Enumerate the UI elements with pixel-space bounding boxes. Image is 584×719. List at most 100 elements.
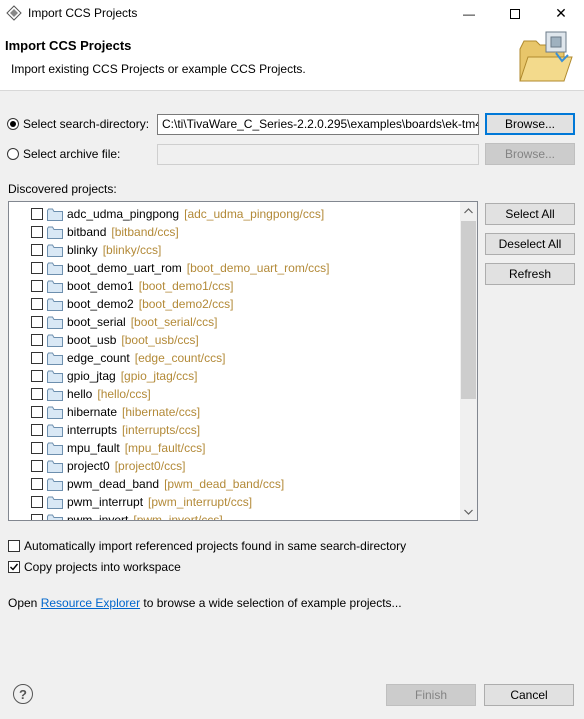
project-checkbox[interactable] xyxy=(31,370,43,382)
project-folder-icon xyxy=(47,244,63,257)
minimize-icon: — xyxy=(463,6,475,21)
list-item[interactable]: adc_udma_pingpong [adc_udma_pingpong/ccs] xyxy=(31,205,324,223)
help-button[interactable]: ? xyxy=(13,684,33,704)
list-item[interactable]: boot_demo2 [boot_demo2/ccs] xyxy=(31,295,233,313)
discovered-projects-list[interactable]: adc_udma_pingpong [adc_udma_pingpong/ccs]… xyxy=(8,201,478,521)
project-folder-icon xyxy=(47,478,63,491)
project-name: mpu_fault xyxy=(67,441,120,455)
radio-button-unselected[interactable] xyxy=(7,148,19,160)
minimize-button[interactable]: — xyxy=(446,0,492,27)
project-path: [pwm_interrupt/ccs] xyxy=(148,495,253,509)
list-item[interactable]: pwm_dead_band [pwm_dead_band/ccs] xyxy=(31,475,284,493)
project-checkbox[interactable] xyxy=(31,334,43,346)
copy-projects-option[interactable]: Copy projects into workspace xyxy=(8,560,181,574)
project-checkbox[interactable] xyxy=(31,478,43,490)
list-item[interactable]: hibernate [hibernate/ccs] xyxy=(31,403,200,421)
refresh-button[interactable]: Refresh xyxy=(485,263,575,285)
project-checkbox[interactable] xyxy=(31,280,43,292)
list-item[interactable]: edge_count [edge_count/ccs] xyxy=(31,349,225,367)
project-name: hibernate xyxy=(67,405,118,419)
project-checkbox[interactable] xyxy=(31,208,43,220)
project-name: boot_demo1 xyxy=(67,279,134,293)
list-item[interactable]: boot_demo1 [boot_demo1/ccs] xyxy=(31,277,233,295)
auto-import-checkbox[interactable] xyxy=(8,540,20,552)
maximize-icon xyxy=(510,8,520,19)
project-name: interrupts xyxy=(67,423,118,437)
project-checkbox[interactable] xyxy=(31,226,43,238)
project-path: [gpio_jtag/ccs] xyxy=(120,369,198,383)
finish-button[interactable]: Finish xyxy=(386,684,476,706)
project-folder-icon xyxy=(47,496,63,509)
archive-file-browse-button[interactable]: Browse... xyxy=(485,143,575,165)
scroll-up-arrow[interactable] xyxy=(460,202,477,219)
auto-import-option[interactable]: Automatically import referenced projects… xyxy=(8,539,406,553)
list-item[interactable]: gpio_jtag [gpio_jtag/ccs] xyxy=(31,367,197,385)
archive-file-input[interactable] xyxy=(157,144,479,165)
list-item[interactable]: pwm_invert [pwm_invert/ccs] xyxy=(31,511,223,521)
list-item[interactable]: boot_demo_uart_rom [boot_demo_uart_rom/cc… xyxy=(31,259,330,277)
project-checkbox[interactable] xyxy=(31,442,43,454)
search-directory-label: Select search-directory: xyxy=(23,117,150,131)
project-path: [bitband/ccs] xyxy=(111,225,179,239)
header-description: Import existing CCS Projects or example … xyxy=(11,62,306,76)
copy-projects-checkbox[interactable] xyxy=(8,561,20,573)
project-path: [project0/ccs] xyxy=(114,459,186,473)
scroll-thumb[interactable] xyxy=(461,221,476,399)
project-folder-icon xyxy=(47,370,63,383)
project-path: [pwm_invert/ccs] xyxy=(133,513,223,521)
deselect-all-button[interactable]: Deselect All xyxy=(485,233,575,255)
project-folder-icon xyxy=(47,352,63,365)
project-name: gpio_jtag xyxy=(67,369,116,383)
project-path: [blinky/ccs] xyxy=(102,243,162,257)
project-checkbox[interactable] xyxy=(31,244,43,256)
list-item[interactable]: project0 [project0/ccs] xyxy=(31,457,185,475)
maximize-button[interactable] xyxy=(492,0,538,27)
chevron-down-icon xyxy=(464,509,473,515)
archive-file-label: Select archive file: xyxy=(23,147,121,161)
project-path: [edge_count/ccs] xyxy=(134,351,226,365)
header-title: Import CCS Projects xyxy=(5,38,132,53)
project-name: edge_count xyxy=(67,351,130,365)
project-name: boot_serial xyxy=(67,315,126,329)
cancel-button[interactable]: Cancel xyxy=(484,684,574,706)
list-item[interactable]: mpu_fault [mpu_fault/ccs] xyxy=(31,439,205,457)
project-checkbox[interactable] xyxy=(31,514,43,520)
project-name: project0 xyxy=(67,459,110,473)
scroll-down-arrow[interactable] xyxy=(460,503,477,520)
auto-import-label: Automatically import referenced projects… xyxy=(24,539,407,553)
resource-explorer-link[interactable]: Resource Explorer xyxy=(41,596,140,610)
chevron-up-icon xyxy=(464,207,473,213)
close-button[interactable]: ✕ xyxy=(538,0,584,27)
project-checkbox[interactable] xyxy=(31,424,43,436)
project-path: [pwm_dead_band/ccs] xyxy=(164,477,285,491)
list-item[interactable]: boot_serial [boot_serial/ccs] xyxy=(31,313,217,331)
project-checkbox[interactable] xyxy=(31,388,43,400)
archive-file-radio[interactable]: Select archive file: xyxy=(7,147,120,161)
list-item[interactable]: blinky [blinky/ccs] xyxy=(31,241,161,259)
select-all-button[interactable]: Select All xyxy=(485,203,575,225)
project-folder-icon xyxy=(47,298,63,311)
search-directory-input[interactable]: C:\ti\TivaWare_C_Series-2.2.0.295\exampl… xyxy=(157,114,479,135)
project-checkbox[interactable] xyxy=(31,460,43,472)
search-directory-radio[interactable]: Select search-directory: xyxy=(7,117,149,131)
list-item[interactable]: hello [hello/ccs] xyxy=(31,385,151,403)
list-item[interactable]: boot_usb [boot_usb/ccs] xyxy=(31,331,199,349)
close-icon: ✕ xyxy=(555,5,567,21)
project-checkbox[interactable] xyxy=(31,352,43,364)
list-item[interactable]: pwm_interrupt [pwm_interrupt/ccs] xyxy=(31,493,252,511)
project-checkbox[interactable] xyxy=(31,496,43,508)
list-item[interactable]: bitband [bitband/ccs] xyxy=(31,223,179,241)
radio-button-selected[interactable] xyxy=(7,118,19,130)
project-path: [mpu_fault/ccs] xyxy=(124,441,206,455)
list-item[interactable]: interrupts [interrupts/ccs] xyxy=(31,421,200,439)
search-directory-browse-button[interactable]: Browse... xyxy=(485,113,575,135)
project-path: [boot_demo_uart_rom/ccs] xyxy=(186,261,330,275)
project-checkbox[interactable] xyxy=(31,262,43,274)
vertical-scrollbar[interactable] xyxy=(460,202,477,520)
footer-suffix: to browse a wide selection of example pr… xyxy=(140,596,402,610)
project-checkbox[interactable] xyxy=(31,406,43,418)
project-checkbox[interactable] xyxy=(31,316,43,328)
project-path: [boot_usb/ccs] xyxy=(121,333,199,347)
project-folder-icon xyxy=(47,334,63,347)
project-checkbox[interactable] xyxy=(31,298,43,310)
